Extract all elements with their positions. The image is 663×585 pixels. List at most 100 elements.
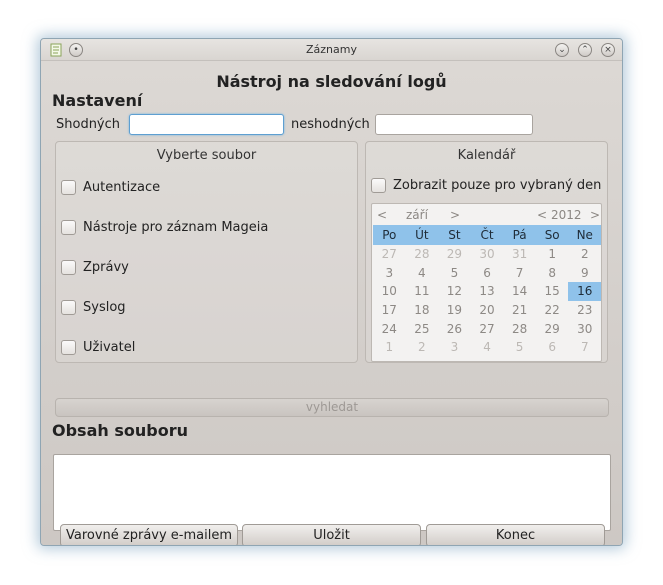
match-input[interactable] xyxy=(130,115,283,134)
calendar-day[interactable]: 23 xyxy=(568,301,601,320)
weekday-label: Út xyxy=(415,228,429,242)
year-prev-button[interactable]: < xyxy=(537,206,547,224)
calendar-day[interactable]: 27 xyxy=(471,320,504,339)
calendar-day[interactable]: 26 xyxy=(438,320,471,339)
calendar-day[interactable]: 14 xyxy=(503,282,536,301)
calendar-week-row: 10 11 12 13 14 15 16 xyxy=(373,282,602,302)
checkbox-row-mageia[interactable]: Nástroje pro záznam Mageia xyxy=(61,220,268,235)
checkbox-uzivatel[interactable] xyxy=(61,340,76,355)
file-group-title: Vyberte soubor xyxy=(156,148,257,163)
calendar-day[interactable]: 28 xyxy=(406,245,439,264)
calendar[interactable]: < září > < 2012 > Po Út St Čt Pá So Ne 2… xyxy=(371,203,602,362)
checkbox-row-only-selected-day[interactable]: Zobrazit pouze pro vybraný den xyxy=(371,178,601,193)
calendar-day[interactable]: 24 xyxy=(373,320,406,339)
calendar-day[interactable]: 10 xyxy=(373,282,406,301)
checkbox-row-syslog[interactable]: Syslog xyxy=(61,300,126,315)
calendar-day[interactable]: 9 xyxy=(568,264,601,283)
search-button[interactable]: vyhledat xyxy=(55,398,609,417)
year-next-button[interactable]: > xyxy=(590,206,600,224)
calendar-day[interactable]: 13 xyxy=(471,282,504,301)
calendar-day[interactable]: 29 xyxy=(438,245,471,264)
month-next-button[interactable]: > xyxy=(450,206,460,224)
calendar-day[interactable]: 3 xyxy=(438,338,471,357)
email-warnings-button[interactable]: Varovné zprávy e-mailem xyxy=(60,524,238,545)
content-title: Obsah souboru xyxy=(52,421,188,440)
calendar-day[interactable]: 16 xyxy=(568,282,602,302)
settings-title: Nastavení xyxy=(52,91,143,110)
calendar-day[interactable]: 30 xyxy=(568,320,601,339)
checkbox-row-zpravy[interactable]: Zprávy xyxy=(61,260,129,275)
calendar-day[interactable]: 17 xyxy=(373,301,406,320)
calendar-day[interactable]: 4 xyxy=(406,264,439,283)
checkbox-zpravy[interactable] xyxy=(61,260,76,275)
calendar-week-row: 17 18 19 20 21 22 23 xyxy=(373,301,601,320)
month-label: září xyxy=(406,208,428,222)
calendar-day[interactable]: 5 xyxy=(503,338,536,357)
checkbox-label: Autentizace xyxy=(83,180,161,195)
calendar-day[interactable]: 28 xyxy=(503,320,536,339)
weekday-header: Po Út St Čt Pá So Ne xyxy=(373,225,601,245)
calendar-day[interactable]: 7 xyxy=(503,264,536,283)
calendar-group: Kalendář Zobrazit pouze pro vybraný den … xyxy=(365,141,608,363)
checkbox-syslog[interactable] xyxy=(61,300,76,315)
calendar-day[interactable]: 3 xyxy=(373,264,406,283)
nomatch-field[interactable] xyxy=(375,114,533,135)
checkbox-row-uzivatel[interactable]: Uživatel xyxy=(61,340,135,355)
calendar-day[interactable]: 8 xyxy=(536,264,569,283)
page-title: Nástroj na sledování logů xyxy=(216,72,447,91)
checkbox-mageia[interactable] xyxy=(61,220,76,235)
calendar-day[interactable]: 5 xyxy=(438,264,471,283)
window-content: Nástroj na sledování logů Nastavení Shod… xyxy=(41,61,622,545)
calendar-day[interactable]: 7 xyxy=(568,338,601,357)
nomatch-label: neshodných xyxy=(291,117,370,132)
calendar-day[interactable]: 12 xyxy=(438,282,471,301)
close-icon[interactable]: × xyxy=(601,43,615,57)
weekday-label: Čt xyxy=(480,228,494,242)
calendar-day[interactable]: 11 xyxy=(406,282,439,301)
save-button[interactable]: Uložit xyxy=(242,524,421,545)
logs-window: • Záznamy ⌄ ⌃ × Nástroj na sledování log… xyxy=(40,38,623,546)
maximize-icon[interactable]: ⌃ xyxy=(578,43,592,57)
calendar-week-row: 1234567 xyxy=(373,338,601,357)
calendar-group-title: Kalendář xyxy=(457,148,516,163)
calendar-day[interactable]: 30 xyxy=(471,245,504,264)
calendar-day[interactable]: 29 xyxy=(536,320,569,339)
calendar-day[interactable]: 25 xyxy=(406,320,439,339)
window-title: Záznamy xyxy=(306,43,357,56)
nomatch-input[interactable] xyxy=(376,115,532,134)
calendar-week-row: 3456789 xyxy=(373,264,601,283)
calendar-day[interactable]: 1 xyxy=(536,245,569,264)
checkbox-autentizace[interactable] xyxy=(61,180,76,195)
calendar-day[interactable]: 19 xyxy=(438,301,471,320)
year-label: 2012 xyxy=(551,208,582,222)
calendar-day[interactable]: 15 xyxy=(536,282,569,301)
checkbox-label: Nástroje pro záznam Mageia xyxy=(83,220,269,235)
calendar-day[interactable]: 6 xyxy=(536,338,569,357)
calendar-day[interactable]: 20 xyxy=(471,301,504,320)
calendar-day[interactable]: 1 xyxy=(373,338,406,357)
month-prev-button[interactable]: < xyxy=(377,206,387,224)
calendar-day[interactable]: 18 xyxy=(406,301,439,320)
weekday-label: Po xyxy=(382,228,397,242)
calendar-day[interactable]: 2 xyxy=(406,338,439,357)
calendar-day[interactable]: 27 xyxy=(373,245,406,264)
calendar-day[interactable]: 2 xyxy=(568,245,601,264)
weekday-label: St xyxy=(448,228,461,242)
match-label: Shodných xyxy=(56,117,121,132)
calendar-day[interactable]: 6 xyxy=(471,264,504,283)
calendar-day[interactable]: 21 xyxy=(503,301,536,320)
calendar-week-row: 27 28 29 30 31 1 2 xyxy=(373,245,601,264)
calendar-day[interactable]: 4 xyxy=(471,338,504,357)
calendar-day[interactable]: 22 xyxy=(536,301,569,320)
checkbox-row-autentizace[interactable]: Autentizace xyxy=(61,180,160,195)
checkbox-label: Zprávy xyxy=(83,260,129,275)
checkbox-only-selected-day[interactable] xyxy=(371,178,386,193)
minimize-icon[interactable]: ⌄ xyxy=(555,43,569,57)
content-text-area[interactable] xyxy=(53,454,611,531)
checkbox-label: Uživatel xyxy=(83,340,136,355)
calendar-day[interactable]: 31 xyxy=(503,245,536,264)
checkbox-label: Zobrazit pouze pro vybraný den xyxy=(393,178,602,193)
title-bar[interactable]: • Záznamy ⌄ ⌃ × xyxy=(41,39,622,61)
quit-button[interactable]: Konec xyxy=(426,524,605,545)
match-field[interactable] xyxy=(129,114,284,135)
